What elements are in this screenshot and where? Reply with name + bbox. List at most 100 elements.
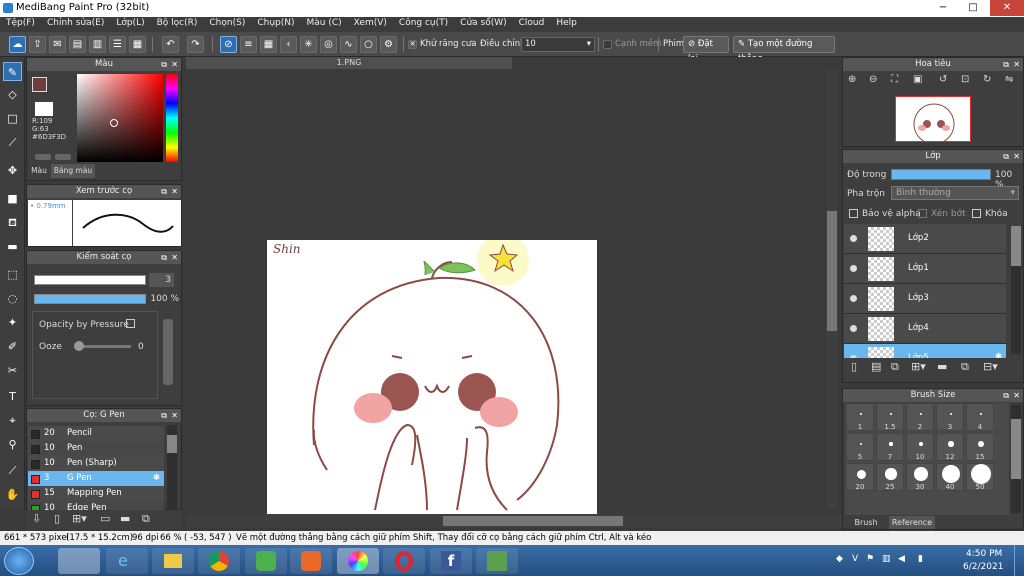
hand-icon[interactable]: ✋: [3, 485, 22, 504]
zoom-out-icon[interactable]: ⊖: [869, 74, 877, 85]
taskbar-app[interactable]: [245, 548, 287, 574]
shape-icon[interactable]: □: [3, 109, 22, 128]
tray-battery-icon[interactable]: ▮: [918, 554, 923, 564]
layer-row[interactable]: Lớp3: [844, 284, 1006, 314]
add-brush-icon[interactable]: ⊞▾: [72, 512, 87, 525]
close-icon[interactable]: ✕: [171, 185, 178, 198]
close-icon[interactable]: ✕: [1013, 150, 1020, 163]
reset-button[interactable]: ⊘ Đặt lại: [683, 36, 729, 64]
tab-palette[interactable]: Bảng màu: [51, 164, 95, 178]
menu-snap[interactable]: Chụp(N): [251, 17, 300, 28]
show-desktop-button[interactable]: [1014, 545, 1024, 576]
navigator-thumbnail[interactable]: [895, 96, 971, 142]
bucket-icon[interactable]: ⛾: [3, 213, 22, 232]
cloud-download-icon[interactable]: ⇩: [32, 512, 41, 525]
brush-size-cell[interactable]: 10: [906, 433, 934, 461]
color-option-button[interactable]: [55, 154, 71, 160]
brush-size-cell[interactable]: 7: [876, 433, 904, 461]
layer-row[interactable]: Lớp2: [844, 224, 1006, 254]
layer-row[interactable]: Lớp5 ✱: [844, 344, 1006, 358]
zoom-in-icon[interactable]: ⊕: [848, 74, 856, 85]
magic-wand-icon[interactable]: ✦: [3, 313, 22, 332]
menu-filter[interactable]: Bộ lọc(R): [151, 17, 204, 28]
gear-icon[interactable]: ✱: [995, 352, 1002, 358]
ooze-slider[interactable]: [76, 345, 131, 348]
eye-icon[interactable]: [850, 355, 857, 358]
tray-shield-icon[interactable]: ◆: [836, 554, 843, 564]
reset-rotation-icon[interactable]: ⊡: [961, 74, 969, 85]
ellipse-snap-icon[interactable]: ○: [360, 36, 377, 53]
menu-help[interactable]: Help: [550, 17, 583, 28]
popout-icon[interactable]: ⧉: [1003, 150, 1009, 163]
lasso-icon[interactable]: ◌: [3, 289, 22, 308]
eye-icon[interactable]: [850, 325, 857, 332]
scrollbar-thumb[interactable]: [1011, 226, 1021, 266]
menu-color[interactable]: Màu (C): [301, 17, 348, 28]
curve-snap-icon[interactable]: ∿: [340, 36, 357, 53]
brush-item[interactable]: 15 Mapping Pen: [28, 486, 164, 501]
size-slider[interactable]: [34, 275, 146, 285]
color-picker-square[interactable]: [77, 74, 163, 162]
brush-size-cell[interactable]: 5: [846, 433, 874, 461]
scrollbar-thumb[interactable]: [443, 516, 623, 526]
tray-volume-icon[interactable]: ◀: [898, 554, 905, 564]
scrollbar-thumb[interactable]: [827, 211, 837, 331]
taskbar-facebook[interactable]: f: [430, 548, 472, 574]
primary-color-swatch[interactable]: [32, 77, 47, 92]
menu-view[interactable]: Xem(V): [348, 17, 393, 28]
menu-layer[interactable]: Lớp(L): [110, 17, 150, 28]
transparent-swatch[interactable]: [35, 102, 53, 116]
opacity-slider[interactable]: [34, 294, 146, 304]
brush-size-cell[interactable]: 40: [936, 463, 964, 491]
taskbar-opera[interactable]: [383, 548, 425, 574]
brush-size-cell[interactable]: 50: [966, 463, 994, 491]
antialias-checkbox[interactable]: ✕: [408, 40, 417, 49]
move-icon[interactable]: ✥: [3, 161, 22, 180]
select-pen-icon[interactable]: ✐: [3, 337, 22, 356]
menu-tools[interactable]: Công cụ(T): [393, 17, 454, 28]
eye-icon[interactable]: [850, 295, 857, 302]
canvas-horizontal-scrollbar[interactable]: [186, 514, 842, 528]
brush-item[interactable]: 10 Pen (Sharp): [28, 456, 164, 471]
brush-size-cell[interactable]: 1.5: [876, 403, 904, 431]
undo-icon[interactable]: ↶: [162, 36, 179, 53]
new-brush-icon[interactable]: ▯: [54, 512, 60, 525]
layer-row[interactable]: Lớp4: [844, 314, 1006, 344]
scrollbar-thumb[interactable]: [1011, 419, 1021, 479]
popout-icon[interactable]: ⧉: [161, 409, 167, 422]
tray-antivirus-icon[interactable]: V: [852, 554, 858, 564]
popout-icon[interactable]: ⧉: [161, 251, 167, 264]
flip-icon[interactable]: ⇋: [1005, 74, 1013, 85]
lock-checkbox[interactable]: [972, 209, 981, 218]
brush-size-cell[interactable]: 1: [846, 403, 874, 431]
cross-snap-icon[interactable]: ▦: [260, 36, 277, 53]
new-line-button[interactable]: ✎ Tạo một đường thẳng: [733, 36, 835, 64]
popout-icon[interactable]: ⧉: [161, 58, 167, 71]
eraser-icon[interactable]: ◇: [3, 85, 22, 104]
gear-icon[interactable]: ✱: [153, 471, 160, 486]
scrollbar[interactable]: [163, 319, 173, 385]
list-icon[interactable]: ☰: [109, 36, 126, 53]
layer-row[interactable]: Lớp1: [844, 254, 1006, 284]
redo-icon[interactable]: ↷: [187, 36, 204, 53]
upload-icon[interactable]: ⇪: [29, 36, 46, 53]
operation-icon[interactable]: ⌖: [3, 411, 22, 430]
scrollbar-thumb[interactable]: [167, 435, 177, 453]
close-icon[interactable]: ✕: [171, 58, 178, 71]
line-icon[interactable]: ⟋: [3, 133, 22, 152]
rotate-left-icon[interactable]: ↺: [939, 74, 947, 85]
gear-icon[interactable]: ⚙: [380, 36, 397, 53]
copy-icon[interactable]: ⧉: [142, 512, 150, 526]
start-button[interactable]: [4, 547, 34, 575]
folder-open-icon[interactable]: ▬: [120, 512, 130, 525]
clock-time[interactable]: 4:50 PM: [966, 549, 1002, 559]
document-icon[interactable]: ▤: [69, 36, 86, 53]
add-layer-menu-icon[interactable]: ⊞▾: [911, 360, 926, 373]
folder-icon[interactable]: ▭: [100, 512, 110, 525]
color-picker-cursor[interactable]: [110, 119, 118, 127]
select-eraser-icon[interactable]: ✂: [3, 361, 22, 380]
brush-item[interactable]: 10 Pen: [28, 441, 164, 456]
taskbar-chrome[interactable]: [198, 548, 240, 574]
menu-edit[interactable]: Chỉnh sửa(E): [41, 17, 110, 28]
snap-checkbox[interactable]: [603, 40, 612, 49]
